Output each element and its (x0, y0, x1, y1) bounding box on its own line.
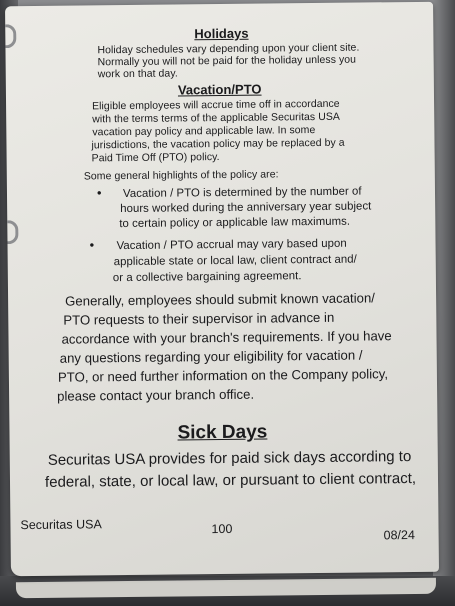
bullet2-line: applicable state or local law, client co… (113, 253, 357, 269)
vacation-intro-line: Paid Time Off (PTO) policy. (91, 151, 220, 165)
vacation-intro-line: jurisdictions, the vacation policy may b… (91, 136, 345, 152)
holidays-line: work on that day. (97, 67, 178, 81)
bullet1-line: hours worked during the anniversary year… (120, 200, 372, 216)
bullet-dot-icon: • (96, 185, 102, 201)
sick-days-line: federal, state, or local law, or pursuan… (44, 469, 417, 491)
holidays-line: Normally you will not be paid for the ho… (97, 53, 357, 69)
bullet1-line: Vacation / PTO is determined by the numb… (122, 185, 362, 201)
sick-days-line: Securitas USA provides for paid sick day… (47, 448, 412, 469)
footer-company: Securitas USA (20, 517, 102, 533)
holidays-heading: Holidays (194, 25, 249, 42)
closing-line: PTO requests to their supervisor in adva… (63, 309, 335, 328)
highlights-intro: Some general highlights of the policy ar… (83, 168, 279, 183)
closing-line: any questions regarding your eligibility… (59, 347, 363, 366)
footer-page-number: 100 (211, 521, 233, 537)
footer-date: 08/24 (383, 527, 415, 543)
bullet1-line: to certain policy or applicable law maxi… (119, 215, 351, 231)
bullet2-line: or a collective bargaining agreement. (112, 270, 302, 285)
sick-days-heading: Sick Days (177, 421, 268, 444)
document-page: Holidays Holiday schedules vary dependin… (5, 1, 439, 577)
bullet-dot-icon: • (89, 237, 95, 253)
closing-line: accordance with your branch's requiremen… (61, 328, 392, 347)
vacation-heading: Vacation/PTO (177, 81, 262, 98)
vacation-intro-line: vacation pay policy and applicable law. … (92, 124, 316, 139)
bullet2-line: Vacation / PTO accrual may vary based up… (116, 237, 347, 253)
binder-ring-icon (5, 220, 19, 245)
binder-ring-icon (5, 24, 17, 49)
closing-line: PTO, or need further information on the … (57, 366, 389, 385)
closing-line: please contact your branch office. (57, 386, 255, 404)
closing-line: Generally, employees should submit known… (65, 290, 376, 309)
